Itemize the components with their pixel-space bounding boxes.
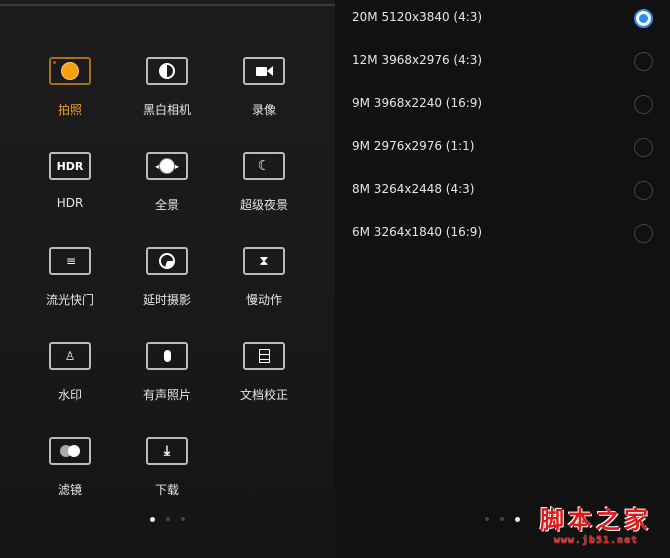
monochrome-icon	[146, 57, 188, 85]
resolution-label: 9M 2976x2976 (1:1)	[352, 139, 475, 153]
light-trails-icon: ≡	[49, 247, 91, 275]
mode-hourglass[interactable]: ⧗ 慢动作	[219, 247, 309, 308]
watermark-title: 脚本之家	[540, 505, 652, 534]
mode-label: 拍照	[57, 103, 82, 117]
timelapse-icon	[146, 247, 188, 275]
mode-hdr[interactable]: HDR HDR	[25, 152, 115, 210]
mode-label: 延时摄影	[142, 293, 191, 307]
mode-label: 文档校正	[239, 388, 288, 402]
page-dot[interactable]	[515, 517, 520, 522]
page-dot[interactable]	[500, 517, 504, 521]
mode-timelapse[interactable]: 延时摄影	[122, 247, 212, 308]
camera-mode-panel: 拍照 黑白相机 录像 HDR HDR ◂ ▸ 全景 ☾ 超级夜景 ≡ 流光快门 延…	[0, 0, 335, 558]
mode-filter[interactable]: 滤镜	[25, 437, 115, 498]
watermark-stamp-icon: ♙	[49, 342, 91, 370]
mode-download[interactable]: ⤓ 下载	[122, 437, 212, 498]
download-icon: ⤓	[146, 437, 188, 465]
mode-label: 全景	[154, 198, 179, 212]
page-dot[interactable]	[485, 517, 489, 521]
photo-shutter-icon	[49, 57, 91, 85]
resolution-label: 6M 3264x1840 (16:9)	[352, 225, 483, 239]
microphone-icon	[146, 342, 188, 370]
watermark-url: www.jb51.net	[553, 535, 639, 546]
watermark-logo: 脚本之家 www.jb51.net	[540, 500, 652, 546]
radio-button[interactable]	[634, 138, 653, 157]
mode-label: 慢动作	[245, 293, 282, 307]
divider	[0, 4, 335, 6]
mode-label: 下载	[154, 483, 179, 497]
hourglass-icon: ⧗	[243, 247, 285, 275]
mode-label: 录像	[251, 103, 276, 117]
page-dot[interactable]	[166, 517, 170, 521]
night-moon-icon: ☾	[243, 152, 285, 180]
mode-document[interactable]: 文档校正	[219, 342, 309, 403]
radio-button[interactable]	[634, 95, 653, 114]
radio-button[interactable]	[634, 224, 653, 243]
page-dot[interactable]	[181, 517, 185, 521]
mode-label: 黑白相机	[142, 103, 191, 117]
mode-label: 有声照片	[142, 388, 191, 402]
mode-watermark-stamp[interactable]: ♙ 水印	[25, 342, 115, 403]
radio-button[interactable]	[634, 9, 653, 28]
mode-label: 超级夜景	[239, 198, 288, 212]
filter-icon	[49, 437, 91, 465]
mode-label: HDR	[56, 196, 84, 210]
mode-microphone[interactable]: 有声照片	[122, 342, 212, 403]
page-dot[interactable]	[150, 517, 155, 522]
resolution-label: 9M 3968x2240 (16:9)	[352, 96, 483, 110]
mode-video-camera[interactable]: 录像	[219, 57, 309, 118]
mode-label: 水印	[57, 388, 82, 402]
video-camera-icon	[243, 57, 285, 85]
right-page-indicator	[485, 517, 520, 522]
hdr-icon: HDR	[49, 152, 91, 180]
resolution-label: 8M 3264x2448 (4:3)	[352, 182, 475, 196]
radio-button[interactable]	[634, 181, 653, 200]
mode-label: 滤镜	[57, 483, 82, 497]
resolution-label: 20M 5120x3840 (4:3)	[352, 10, 483, 24]
mode-photo-shutter[interactable]: 拍照	[25, 57, 115, 118]
mode-panorama[interactable]: ◂ ▸ 全景	[122, 152, 212, 213]
mode-light-trails[interactable]: ≡ 流光快门	[25, 247, 115, 308]
document-icon	[243, 342, 285, 370]
left-page-indicator	[150, 517, 185, 522]
mode-label: 流光快门	[45, 293, 94, 307]
resolution-panel: 20M 5120x3840 (4:3) 12M 3968x2976 (4:3) …	[335, 0, 670, 558]
resolution-label: 12M 3968x2976 (4:3)	[352, 53, 483, 67]
panorama-icon: ◂ ▸	[146, 152, 188, 180]
mode-monochrome[interactable]: 黑白相机	[122, 57, 212, 118]
mode-night-moon[interactable]: ☾ 超级夜景	[219, 152, 309, 213]
radio-button[interactable]	[634, 52, 653, 71]
